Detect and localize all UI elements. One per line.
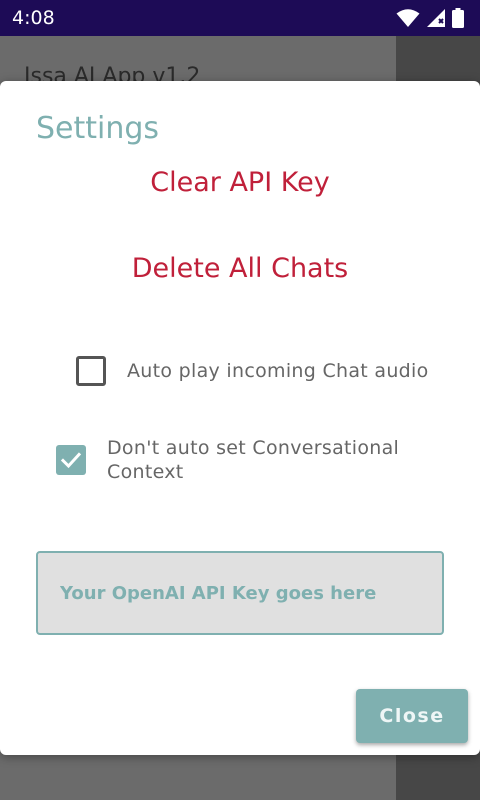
- signal-icon: [426, 8, 446, 28]
- battery-icon: [452, 8, 464, 28]
- status-bar: 4:08: [0, 0, 480, 36]
- status-time: 4:08: [12, 7, 55, 29]
- status-icons: [396, 8, 464, 28]
- wifi-icon: [396, 8, 420, 28]
- clear-api-key-button[interactable]: Clear API Key: [0, 167, 480, 198]
- dialog-title: Settings: [36, 111, 160, 146]
- api-key-input[interactable]: [36, 551, 444, 635]
- checkmark-icon: [60, 452, 82, 469]
- auto-play-audio-checkbox[interactable]: [76, 356, 106, 386]
- auto-play-audio-option[interactable]: Auto play incoming Chat audio: [76, 356, 429, 386]
- screen: 4:08 Issa AI App v1.2 Settings Clear API…: [0, 0, 480, 800]
- close-button[interactable]: Close: [356, 689, 468, 743]
- delete-all-chats-button[interactable]: Delete All Chats: [0, 253, 480, 284]
- auto-context-label: Don't auto set Conversational Context: [107, 437, 400, 483]
- auto-context-option[interactable]: Don't auto set Conversational Context: [56, 436, 427, 484]
- auto-play-audio-label: Auto play incoming Chat audio: [127, 360, 429, 382]
- auto-context-checkbox[interactable]: [56, 445, 86, 475]
- settings-dialog: Settings Clear API Key Delete All Chats …: [0, 81, 480, 755]
